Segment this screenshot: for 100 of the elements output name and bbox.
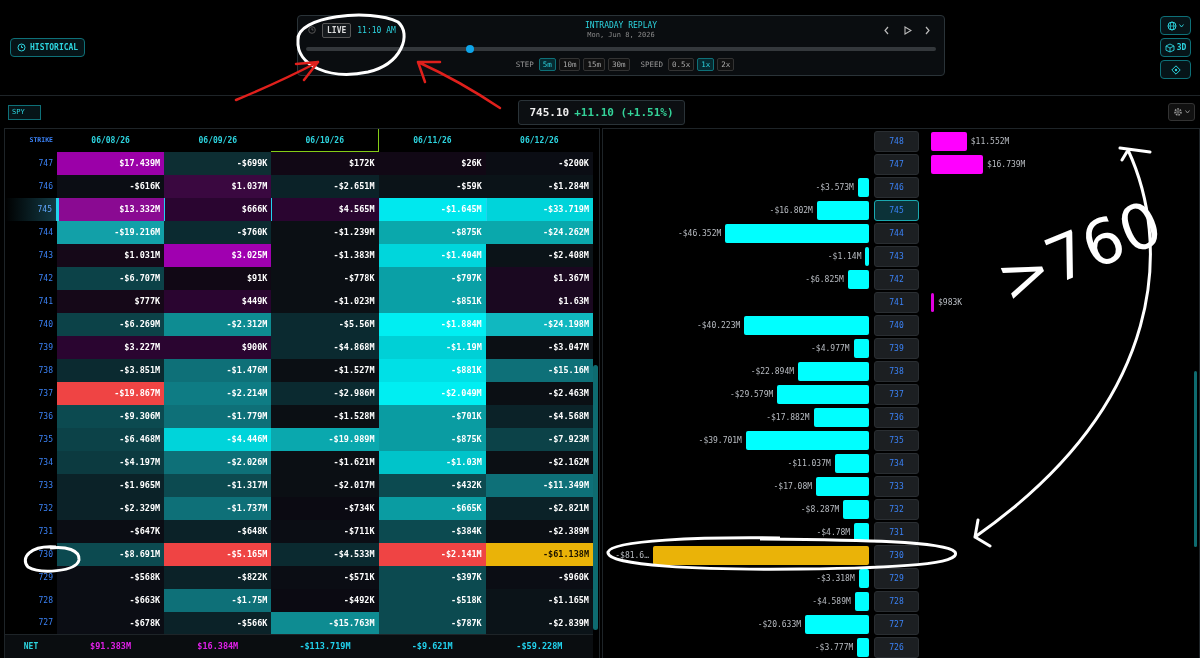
bar-value: -$39.701M bbox=[698, 436, 742, 445]
strike-button[interactable]: 728 bbox=[874, 591, 919, 612]
scrollbar[interactable] bbox=[593, 365, 598, 630]
table-cell: -$2.026M bbox=[164, 450, 272, 474]
diamond-button[interactable] bbox=[1160, 60, 1191, 79]
table-cell: -$778K bbox=[271, 266, 379, 290]
table-cell: -$1.239M bbox=[271, 220, 379, 244]
bar-value: -$22.894M bbox=[750, 367, 795, 376]
table-cell: -$1.737M bbox=[164, 496, 272, 520]
table-cell: -$5.165M bbox=[164, 542, 272, 566]
bar-value: $11.552M bbox=[970, 137, 1010, 146]
table-cell: $449K bbox=[164, 289, 272, 313]
table-cell: -$822K bbox=[164, 565, 272, 589]
strike-button[interactable]: 733 bbox=[874, 476, 919, 497]
table-cell: -$4.533M bbox=[271, 542, 379, 566]
replay-slider[interactable] bbox=[306, 47, 936, 51]
table-cell: $172K bbox=[271, 151, 379, 175]
bar-value: -$3.318M bbox=[816, 574, 855, 583]
bar-value: -$81.6… bbox=[615, 551, 649, 560]
strike-button[interactable]: 735 bbox=[874, 430, 919, 451]
table-cell: -$6.707M bbox=[57, 266, 165, 290]
table-cell: -$4.868M bbox=[271, 335, 379, 359]
replay-time: 11:10 AM bbox=[357, 25, 396, 35]
table-cell: -$760K bbox=[164, 220, 272, 244]
strike-button[interactable]: 726 bbox=[874, 637, 919, 658]
strike-button[interactable]: 744 bbox=[874, 223, 919, 244]
table-cell: -$4.446M bbox=[164, 427, 272, 451]
table-cell: -$1.75M bbox=[164, 588, 272, 612]
net-total: -$59.228M bbox=[485, 634, 593, 658]
strike-button[interactable]: 748 bbox=[874, 131, 919, 152]
strike-button[interactable]: 736 bbox=[874, 407, 919, 428]
net-total: -$9.621M bbox=[378, 634, 486, 658]
table-cell: -$1.965M bbox=[57, 473, 165, 497]
bar-value: -$17.08M bbox=[773, 482, 813, 491]
table-cell: -$2.986M bbox=[271, 381, 379, 405]
table-cell: $1.031M bbox=[57, 243, 165, 267]
bar-value: -$40.223M bbox=[696, 321, 741, 330]
table-cell: -$648K bbox=[164, 519, 272, 543]
table-cell: $900K bbox=[164, 335, 272, 359]
table-cell: -$1.317M bbox=[164, 473, 272, 497]
price-change: +11.10 (+1.51%) bbox=[574, 105, 674, 119]
table-cell: -$3.851M bbox=[57, 358, 165, 382]
caret-icon bbox=[1185, 110, 1190, 114]
table-cell: -$566K bbox=[164, 611, 272, 635]
table-cell: -$1.383M bbox=[271, 243, 379, 267]
table-cell: -$1.023M bbox=[271, 289, 379, 313]
globe-button[interactable] bbox=[1160, 16, 1191, 35]
column-header[interactable]: 06/11/26 bbox=[378, 129, 486, 152]
table-cell: $91K bbox=[164, 266, 272, 290]
strike-cell: 745 bbox=[5, 197, 57, 221]
diamond-icon bbox=[1170, 64, 1181, 75]
strike-button[interactable]: 740 bbox=[874, 315, 919, 336]
table-cell: -$2.329M bbox=[57, 496, 165, 520]
settings-icon bbox=[1173, 107, 1183, 117]
table-cell: -$2.312M bbox=[164, 312, 272, 336]
net-total: $16.384M bbox=[164, 634, 272, 658]
play-icon[interactable] bbox=[903, 25, 912, 35]
live-button[interactable]: LIVE bbox=[322, 22, 352, 38]
bar-value: -$11.037M bbox=[787, 459, 831, 468]
strike-button[interactable]: 734 bbox=[874, 453, 919, 474]
historical-button[interactable]: HISTORICAL bbox=[10, 38, 86, 57]
chevron-right-icon[interactable] bbox=[923, 25, 932, 35]
table-cell: -$711K bbox=[271, 519, 379, 543]
strike-button[interactable]: 742 bbox=[874, 269, 919, 290]
strike-button[interactable]: 745 bbox=[874, 200, 919, 221]
slider-thumb[interactable] bbox=[465, 45, 474, 53]
handwritten-note: >760 bbox=[986, 186, 1172, 318]
caret-icon bbox=[1179, 23, 1184, 28]
bar-value: -$16.802M bbox=[769, 206, 813, 215]
strike-button[interactable]: 732 bbox=[874, 499, 919, 520]
table-cell: -$663K bbox=[57, 588, 165, 612]
table-cell: -$571K bbox=[271, 565, 379, 589]
strike-button[interactable]: 737 bbox=[874, 384, 919, 405]
strike-button[interactable]: 729 bbox=[874, 568, 919, 589]
table-cell: -$5.56M bbox=[271, 312, 379, 336]
strike-button[interactable]: 730 bbox=[874, 545, 919, 566]
bar-value: -$3.777M bbox=[814, 643, 854, 652]
strike-button[interactable]: 743 bbox=[874, 246, 919, 267]
table-cell: $3.025M bbox=[164, 243, 272, 267]
column-header[interactable]: 06/10/26 bbox=[271, 129, 379, 152]
strike-button[interactable]: 747 bbox=[874, 154, 919, 175]
strike-cell: 746 bbox=[5, 174, 57, 198]
table-cell: -$1.476M bbox=[164, 358, 272, 382]
table-cell: $777K bbox=[57, 289, 165, 313]
strike-button[interactable]: 727 bbox=[874, 614, 919, 635]
strike-button[interactable]: 738 bbox=[874, 361, 919, 382]
bar-value: -$3.573M bbox=[815, 183, 854, 192]
strike-button[interactable]: 746 bbox=[874, 177, 919, 198]
strike-button[interactable]: 739 bbox=[874, 338, 919, 359]
cube-button[interactable]: 3D bbox=[1160, 38, 1191, 57]
net-total: $91.383M bbox=[57, 634, 165, 658]
table-cell: -$647K bbox=[57, 519, 165, 543]
table-cell: -$4.197M bbox=[57, 450, 165, 474]
strike-button[interactable]: 741 bbox=[874, 292, 919, 313]
table-cell: $666K bbox=[164, 197, 272, 221]
bar-value: $16.739M bbox=[986, 160, 1026, 169]
clock-icon bbox=[308, 26, 316, 34]
bar-value: -$4.589M bbox=[812, 597, 851, 606]
scrollbar[interactable] bbox=[1194, 371, 1197, 547]
settings-button[interactable] bbox=[1168, 103, 1195, 121]
